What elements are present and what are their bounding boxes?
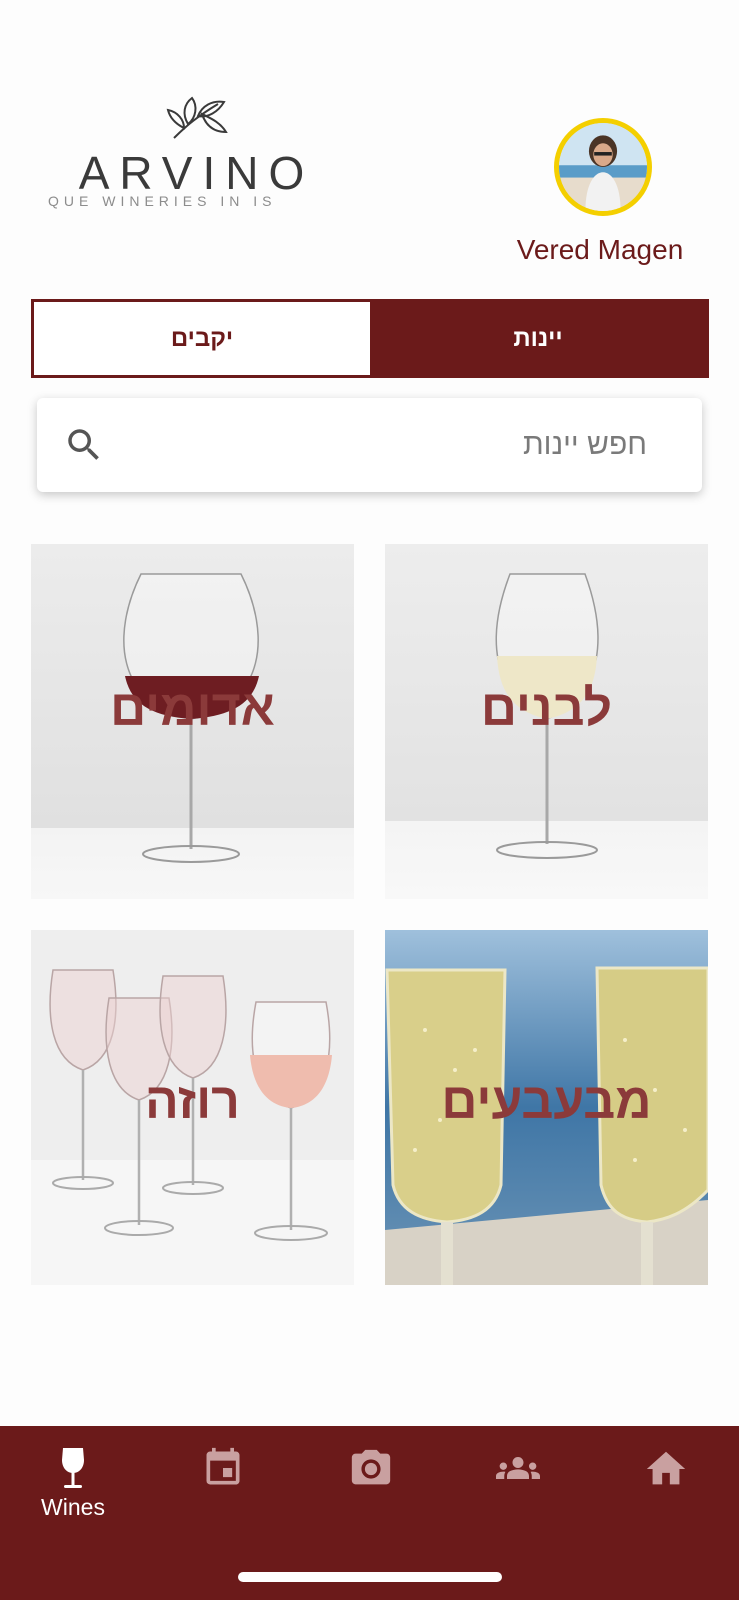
leaf-logo-icon bbox=[166, 96, 228, 139]
category-label-white: לבנים bbox=[480, 680, 613, 736]
search-icon[interactable] bbox=[63, 424, 105, 466]
calendar-icon bbox=[206, 1447, 240, 1485]
tab-wineries[interactable]: יקבים bbox=[34, 302, 370, 375]
nav-item-wines[interactable]: Wines bbox=[18, 1446, 128, 1536]
category-tile-white[interactable]: לבנים bbox=[385, 544, 708, 899]
nav-item-community[interactable] bbox=[463, 1446, 573, 1536]
logo-wordmark: ARVINO bbox=[78, 147, 315, 199]
category-tile-sparkling[interactable]: מבעבעים bbox=[385, 930, 708, 1285]
home-indicator[interactable] bbox=[238, 1572, 502, 1582]
nav-item-calendar[interactable] bbox=[168, 1446, 278, 1536]
user-name: Vered Magen bbox=[516, 234, 684, 265]
nav-label-wines: Wines bbox=[41, 1494, 105, 1520]
arvino-logo: ARVINO QUE WINERIES IN IS bbox=[44, 92, 349, 212]
avatar[interactable] bbox=[554, 118, 652, 216]
nav-item-camera[interactable] bbox=[316, 1446, 426, 1536]
tab-wines[interactable]: יינות bbox=[370, 302, 706, 375]
group-icon bbox=[496, 1457, 540, 1479]
category-label-red: אדומים bbox=[110, 680, 275, 736]
logo-tagline: QUE WINERIES IN IS bbox=[48, 193, 277, 209]
nav-item-home[interactable] bbox=[611, 1446, 721, 1536]
search-bar bbox=[37, 398, 702, 492]
category-tile-red[interactable]: אדומים bbox=[31, 544, 354, 899]
category-tile-rose[interactable]: רוזה bbox=[31, 930, 354, 1285]
search-input[interactable] bbox=[147, 416, 647, 474]
category-label-rose: רוזה bbox=[145, 1073, 240, 1129]
home-icon bbox=[646, 1451, 686, 1485]
category-tabs: יקבים יינות bbox=[31, 299, 709, 378]
avatar-photo bbox=[559, 123, 647, 211]
category-label-sparkling: מבעבעים bbox=[441, 1073, 652, 1129]
wine-glass-icon bbox=[62, 1448, 84, 1488]
camera-icon bbox=[351, 1449, 391, 1485]
